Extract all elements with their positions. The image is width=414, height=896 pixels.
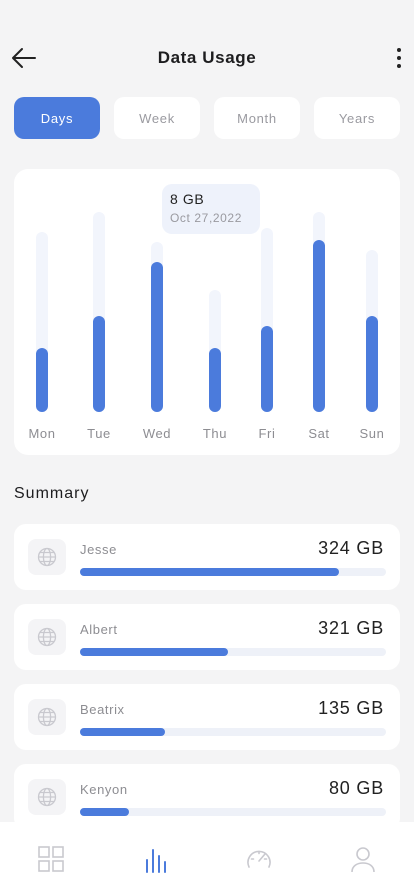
nav-dashboard[interactable] — [36, 844, 66, 874]
tab-years[interactable]: Years — [314, 97, 400, 139]
bar-wed[interactable] — [151, 262, 163, 412]
bar-fri[interactable] — [261, 326, 273, 412]
globe-icon — [37, 707, 57, 727]
usage-chart-card: Mon Tue Wed Thu Fri Sat Sun 8 GB Oct 27,2022 — [14, 169, 400, 455]
usage-amount: 324 GB — [318, 538, 384, 558]
bar-tue[interactable] — [93, 316, 105, 412]
tooltip-date: Oct 27,2022 — [170, 211, 242, 225]
usage-amount: 80 GB — [328, 778, 384, 798]
list-item[interactable]: Jesse 324 GB — [14, 524, 400, 590]
user-name: Kenyon — [80, 782, 128, 797]
period-tabs: Days Week Month Years — [14, 97, 400, 139]
bar-sun[interactable] — [366, 316, 378, 412]
user-icon — [351, 847, 375, 873]
bar-sat[interactable] — [313, 240, 325, 412]
list-item[interactable]: Albert 321 GB — [14, 604, 400, 670]
x-tick-label: Thu — [203, 426, 227, 441]
x-tick-label: Tue — [87, 426, 111, 441]
user-name: Albert — [80, 622, 118, 637]
tab-week[interactable]: Week — [114, 97, 200, 139]
nav-statistics[interactable] — [140, 844, 170, 874]
chart-tooltip: 8 GB Oct 27,2022 — [162, 184, 260, 234]
usage-progress-fill — [80, 728, 166, 736]
x-tick-label: Sat — [308, 426, 329, 441]
globe-icon — [37, 547, 57, 567]
globe-icon — [37, 627, 57, 647]
more-vertical-icon — [397, 48, 401, 52]
x-tick-label: Wed — [143, 426, 171, 441]
grid-icon — [38, 846, 64, 872]
usage-progress-track — [80, 568, 386, 576]
tooltip-value: 8 GB — [170, 191, 205, 207]
nav-profile[interactable] — [348, 844, 378, 874]
list-item[interactable]: Beatrix 135 GB — [14, 684, 400, 750]
more-options-button[interactable] — [392, 44, 406, 72]
nav-speed[interactable] — [244, 844, 274, 874]
x-tick-label: Sun — [360, 426, 385, 441]
usage-progress-fill — [80, 648, 229, 656]
list-item[interactable]: Kenyon 80 GB — [14, 764, 400, 830]
usage-progress-track — [80, 728, 386, 736]
usage-progress-fill — [80, 808, 129, 816]
x-tick-label: Fri — [259, 426, 276, 441]
usage-progress-fill — [80, 568, 339, 576]
tab-month[interactable]: Month — [214, 97, 300, 139]
bar-thu[interactable] — [209, 348, 221, 412]
usage-amount: 321 GB — [318, 618, 384, 638]
usage-amount: 135 GB — [318, 698, 384, 718]
user-name: Beatrix — [80, 702, 125, 717]
bar-chart-icon — [146, 849, 166, 873]
usage-progress-track — [80, 648, 386, 656]
summary-title: Summary — [14, 485, 90, 502]
usage-progress-track — [80, 808, 386, 816]
x-tick-label: Mon — [28, 426, 55, 441]
globe-icon — [37, 787, 57, 807]
page-title: Data Usage — [157, 48, 257, 67]
speedometer-icon — [247, 850, 271, 868]
tab-days[interactable]: Days — [14, 97, 100, 139]
header: Data Usage — [0, 0, 414, 96]
bar-mon[interactable] — [36, 348, 48, 412]
bottom-nav — [0, 822, 414, 896]
user-name: Jesse — [80, 542, 117, 557]
